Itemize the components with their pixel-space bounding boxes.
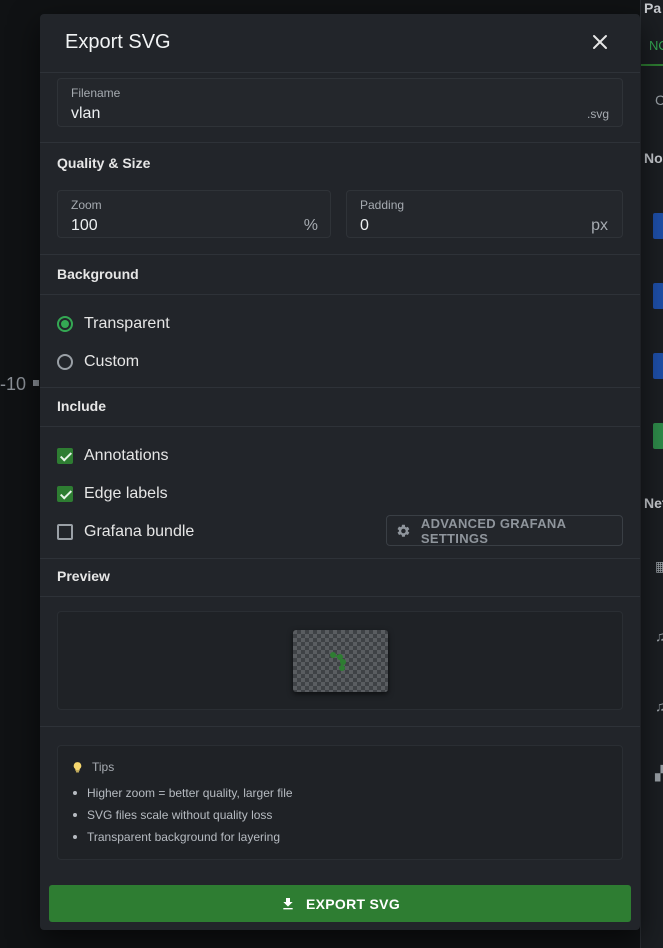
option-label: Edge labels	[84, 485, 168, 502]
tip-item: Transparent background for layering	[73, 826, 293, 848]
advanced-grafana-settings-button[interactable]: ADVANCED GRAFANA SETTINGS	[386, 515, 623, 546]
background-option-custom[interactable]: Custom	[57, 350, 139, 374]
tip-item: Higher zoom = better quality, larger fil…	[73, 782, 293, 804]
section-divider	[40, 387, 640, 388]
advanced-button-label: ADVANCED GRAFANA SETTINGS	[420, 515, 566, 546]
gear-icon	[397, 524, 410, 537]
tips-panel: Tips Higher zoom = better quality, large…	[57, 745, 623, 860]
section-divider	[40, 558, 640, 559]
network-port-icon[interactable]: ▞	[655, 765, 663, 782]
checkbox-edge-labels[interactable]	[57, 486, 73, 502]
tips-header: Tips	[71, 760, 114, 774]
close-button[interactable]	[588, 30, 612, 54]
background-option-transparent[interactable]: Transparent	[57, 312, 170, 336]
network-grid-icon[interactable]: ▦	[655, 558, 663, 575]
padding-label: Padding	[360, 198, 405, 212]
checkbox-grafana-bundle[interactable]	[57, 524, 73, 540]
zoom-label: Zoom	[71, 198, 102, 212]
tip-item: SVG files scale without quality loss	[73, 804, 293, 826]
section-divider	[40, 726, 640, 727]
node-palette-icon[interactable]	[653, 423, 663, 449]
network-link-icon[interactable]: ♫	[655, 698, 663, 714]
radio-transparent[interactable]	[57, 316, 73, 332]
filename-input[interactable]	[71, 105, 466, 123]
option-label: Transparent	[84, 315, 170, 332]
export-svg-button[interactable]: EXPORT SVG	[49, 885, 631, 922]
padding-input[interactable]	[360, 217, 553, 235]
preview-section-title: Preview	[57, 568, 110, 584]
section-divider	[40, 254, 640, 255]
canvas-node-marker	[33, 380, 39, 386]
node-palette-icon[interactable]	[653, 353, 663, 379]
include-option-edge-labels[interactable]: Edge labels	[57, 482, 168, 506]
canvas-axis-label: -10	[0, 374, 27, 394]
network-link-icon[interactable]: ♫	[655, 628, 663, 644]
checkbox-annotations[interactable]	[57, 448, 73, 464]
download-icon	[283, 897, 293, 909]
option-label: Custom	[84, 353, 140, 370]
zoom-field[interactable]: Zoom %	[57, 190, 331, 238]
panel-title-fragment: Pa	[644, 0, 662, 16]
lightbulb-icon	[73, 761, 82, 772]
panel-tab-indicator	[641, 64, 663, 66]
preview-panel	[57, 611, 623, 710]
dialog-header: Export SVG	[40, 14, 640, 72]
zoom-input[interactable]	[71, 217, 262, 235]
padding-field[interactable]: Padding px	[346, 190, 623, 238]
background-section-title: Background	[57, 266, 139, 282]
properties-panel: Pa NO C Noc Net ▦ ♫ ♫ ▞	[640, 0, 663, 948]
panel-section-network: Net	[644, 495, 663, 511]
quality-section-title: Quality & Size	[57, 155, 151, 171]
option-label: Annotations	[84, 447, 169, 464]
padding-unit: px	[591, 217, 608, 234]
export-button-label: EXPORT SVG	[305, 895, 401, 912]
section-divider	[40, 142, 640, 143]
filename-field[interactable]: Filename .svg	[57, 78, 623, 127]
node-palette-icon[interactable]	[653, 213, 663, 239]
node-palette-icon[interactable]	[653, 283, 663, 309]
panel-search-icon[interactable]: C	[655, 92, 663, 108]
close-icon	[593, 35, 607, 49]
tips-title: Tips	[92, 760, 115, 774]
zoom-unit: %	[303, 217, 318, 234]
filename-label: Filename	[71, 86, 121, 100]
export-svg-dialog: Export SVG Filename .svg Quality & Size …	[40, 14, 640, 930]
option-label: Grafana bundle	[84, 523, 195, 540]
dialog-title: Export SVG	[65, 31, 171, 53]
panel-tab-fragment[interactable]: NO	[649, 38, 663, 53]
include-option-annotations[interactable]: Annotations	[57, 444, 169, 468]
panel-section-nodes: Noc	[644, 150, 663, 166]
svg-preview-thumbnail	[293, 630, 388, 692]
section-divider	[40, 294, 640, 295]
radio-custom[interactable]	[57, 354, 73, 370]
tips-list: Higher zoom = better quality, larger fil…	[73, 782, 293, 848]
section-divider	[40, 426, 640, 427]
filename-extension: .svg	[586, 107, 609, 121]
header-divider	[40, 72, 640, 73]
include-section-title: Include	[57, 398, 107, 414]
topology-graph-icon	[330, 652, 346, 671]
include-option-grafana-bundle[interactable]: Grafana bundle	[57, 520, 194, 544]
section-divider	[40, 596, 640, 597]
dialog-content[interactable]: Filename .svg Quality & Size Zoom % Padd…	[40, 72, 640, 882]
